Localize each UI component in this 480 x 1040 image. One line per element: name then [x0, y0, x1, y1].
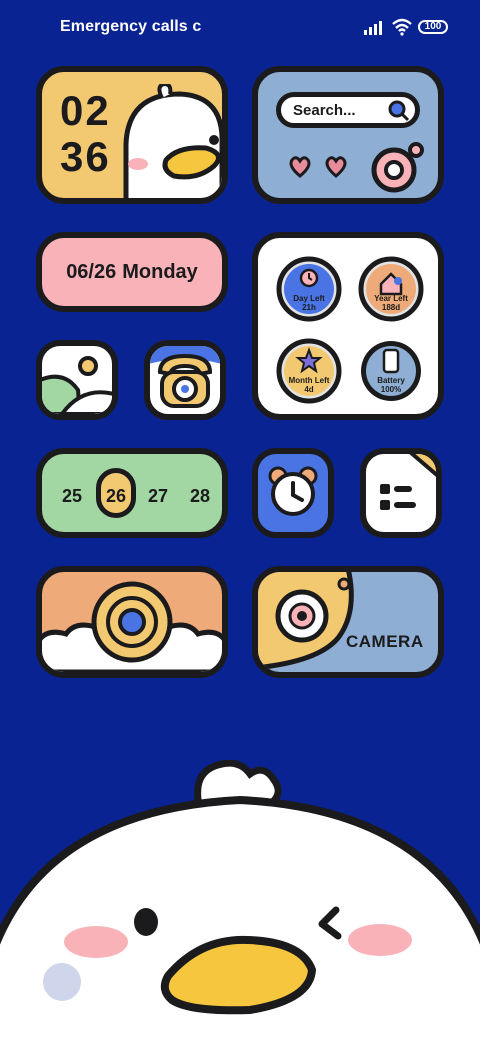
record-icon — [371, 142, 424, 193]
search-placeholder: Search... — [293, 102, 356, 119]
battery-level: 100 — [424, 21, 442, 32]
date-text: 06/26 — [66, 260, 117, 283]
progress-ring — [361, 341, 421, 401]
weekday-text: Monday — [122, 260, 198, 283]
search-widget[interactable]: Search... — [252, 66, 444, 204]
day-left-dial: Day Left 21h — [274, 254, 344, 324]
search-bar[interactable]: Search... — [276, 92, 420, 128]
status-carrier-text: Emergency calls c — [60, 18, 202, 35]
battery-dial: Battery 100% — [356, 336, 426, 406]
heart-icon — [289, 156, 347, 178]
camera-widget[interactable]: CAMERA — [252, 566, 444, 678]
year-left-value: 188d — [381, 303, 401, 312]
month-left-value: 4d — [304, 385, 314, 394]
progress-ring — [358, 256, 424, 322]
calendar-day[interactable]: 27 — [138, 486, 178, 507]
duck-illustration — [123, 84, 222, 198]
calendar-day[interactable]: 26 — [96, 486, 136, 507]
duck-wallpaper — [0, 760, 480, 1040]
list-icon — [380, 454, 436, 510]
stats-widget[interactable]: Day Left 21h Year Left 188d Month Left 4… — [252, 232, 444, 420]
status-bar: Emergency calls c 100 — [0, 0, 480, 56]
signal-icon — [364, 21, 382, 35]
day-left-label: Day Left — [293, 294, 325, 303]
progress-ring — [276, 256, 342, 322]
clock-app-icon[interactable] — [252, 448, 334, 538]
camera-icon — [258, 572, 354, 671]
gallery-icon — [42, 356, 112, 414]
phone-icon — [150, 346, 220, 408]
search-icon[interactable] — [387, 99, 411, 123]
day-left-value: 21h — [302, 303, 316, 312]
camera-lens-icon — [42, 581, 222, 672]
gallery-app-icon[interactable] — [36, 340, 118, 420]
camera-label: CAMERA — [346, 632, 424, 651]
alarm-clock-icon — [268, 466, 318, 516]
wifi-icon — [392, 18, 412, 36]
year-left-label: Year Left — [374, 294, 408, 303]
phone-app-icon[interactable] — [144, 340, 226, 420]
calendar-strip-widget[interactable]: 25 26 27 28 — [36, 448, 228, 538]
year-left-dial: Year Left 188d — [356, 254, 426, 324]
battery-value: 100% — [380, 385, 402, 394]
settings-app-icon[interactable] — [360, 448, 442, 538]
clock-widget[interactable]: 02 36 — [36, 66, 228, 204]
calendar-day[interactable]: 28 — [180, 486, 220, 507]
date-widget[interactable]: 06/26 Monday — [36, 232, 228, 312]
calendar-day[interactable]: 25 — [52, 486, 92, 507]
month-left-dial: Month Left 4d — [274, 336, 344, 406]
battery-icon: 100 — [418, 20, 448, 34]
clock-minutes: 36 — [60, 133, 111, 180]
battery-label: Battery — [377, 376, 405, 385]
month-left-label: Month Left — [288, 376, 330, 385]
clock-hours: 02 — [60, 87, 111, 134]
camera-lens-widget[interactable] — [36, 566, 228, 678]
progress-ring — [276, 338, 342, 404]
